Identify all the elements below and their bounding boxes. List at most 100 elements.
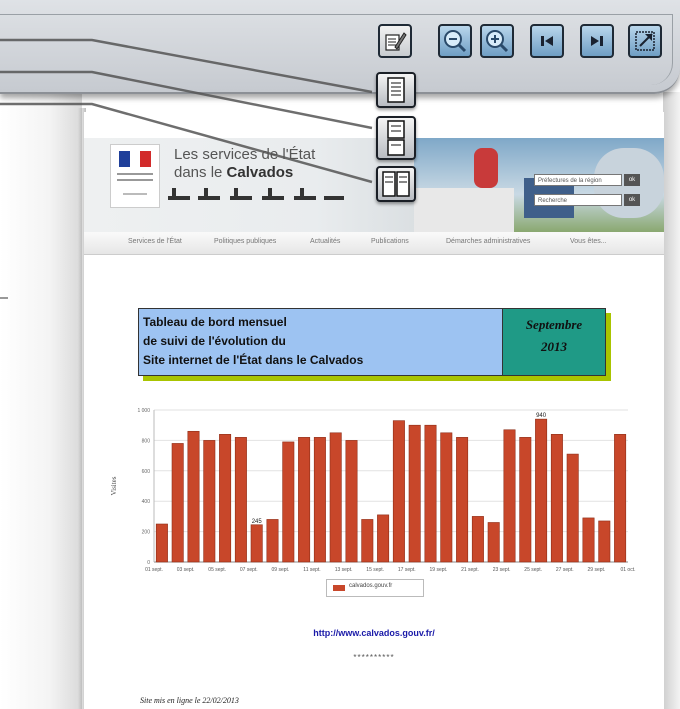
left-margin — [0, 92, 82, 709]
continuous-pages-icon — [387, 120, 405, 156]
bar — [250, 524, 263, 563]
toolbar-frame — [0, 14, 673, 85]
x-tick-label: 25 sept. — [524, 567, 542, 573]
bar — [361, 519, 374, 563]
bar — [345, 440, 358, 563]
y-tick-label: 200 — [142, 530, 151, 536]
first-page-button[interactable] — [530, 24, 564, 58]
single-page-icon — [387, 77, 405, 103]
y-tick-label: 600 — [142, 469, 151, 475]
nav-item-services[interactable]: Services de l'État — [128, 238, 182, 245]
search-ok-button[interactable]: ok — [624, 194, 640, 206]
bar — [550, 434, 563, 563]
legend-label: calvados.gouv.fr — [349, 583, 393, 589]
bar — [440, 432, 453, 563]
month-label: Septembre — [525, 317, 583, 332]
x-tick-label: 13 sept. — [335, 567, 353, 573]
site-link[interactable]: http://www.calvados.gouv.fr/ — [84, 628, 664, 638]
continuous-view-button[interactable] — [376, 116, 416, 160]
x-tick-label: 17 sept. — [398, 567, 416, 573]
bar — [298, 437, 311, 563]
site-banner: Les services de l'État dans le Calvados … — [84, 138, 664, 232]
zoom-in-icon — [486, 30, 509, 53]
y-tick-label: 0 — [147, 560, 150, 566]
bar — [614, 434, 627, 563]
edit-notes-button[interactable] — [378, 24, 412, 58]
dashboard-title-box: Tableau de bord mensuel de suivi de l'év… — [138, 308, 504, 376]
nav-item-actualites[interactable]: Actualités — [310, 238, 340, 245]
pencil-notes-icon — [385, 32, 407, 51]
x-tick-label: 05 sept. — [208, 567, 226, 573]
two-page-icon — [382, 171, 410, 197]
bar — [329, 432, 342, 563]
x-tick-label: 07 sept. — [240, 567, 258, 573]
two-page-view-button[interactable] — [376, 166, 416, 202]
data-label: 940 — [536, 413, 547, 419]
x-tick-label: 01 oct. — [620, 567, 635, 573]
dashboard-title-line1: Tableau de bord mensuel — [143, 315, 287, 329]
republic-logo — [110, 144, 160, 208]
banner-title-line1: Les services de l'État — [174, 146, 316, 163]
bar — [503, 429, 516, 563]
nav-item-publications[interactable]: Publications — [371, 238, 409, 245]
search-input[interactable]: Recherche — [534, 194, 622, 206]
single-page-view-button[interactable] — [376, 72, 416, 108]
nav-item-demarches[interactable]: Démarches administratives — [446, 238, 530, 245]
bar — [471, 516, 484, 563]
x-tick-label: 19 sept. — [430, 567, 448, 573]
bar — [392, 420, 405, 563]
bar — [377, 514, 390, 563]
y-tick-label: 800 — [142, 438, 151, 444]
chart-legend: calvados.gouv.fr — [326, 579, 424, 597]
site-nav: Services de l'État Politiques publiques … — [84, 232, 664, 255]
chart-svg: 1 000 800 600 400 200 0 Visites 245 940 01 sept. 0… — [110, 408, 636, 573]
bar — [487, 522, 500, 563]
region-select-label: Préfectures de la région — [538, 178, 602, 184]
zoom-in-button[interactable] — [480, 24, 514, 58]
search-input-placeholder: Recherche — [538, 198, 568, 204]
x-tick-label: 23 sept. — [493, 567, 511, 573]
bar — [282, 441, 295, 563]
zoom-out-button[interactable] — [438, 24, 472, 58]
y-tick-label: 400 — [142, 499, 151, 505]
bar — [313, 437, 326, 563]
horse-riders-image — [168, 188, 344, 200]
banner-photo: Préfectures de la région ok Recherche ok — [414, 138, 664, 232]
bar — [408, 424, 421, 563]
document-page: Les services de l'État dans le Calvados … — [84, 112, 664, 709]
x-tick-label: 01 sept. — [145, 567, 163, 573]
legend-swatch — [333, 585, 345, 591]
x-tick-label: 21 sept. — [461, 567, 479, 573]
bar — [187, 430, 200, 563]
y-tick-label: 1 000 — [137, 408, 150, 414]
last-page-button[interactable] — [580, 24, 614, 58]
bar — [219, 434, 232, 563]
dashboard-title-line2: de suivi de l'évolution du — [143, 334, 286, 348]
y-axis-label: Visites — [110, 476, 118, 495]
bar — [582, 517, 595, 563]
banner-title-line2: dans le Calvados — [174, 164, 293, 181]
x-tick-label: 27 sept. — [556, 567, 574, 573]
bar — [155, 523, 168, 563]
bar — [535, 418, 548, 563]
right-margin — [663, 92, 680, 709]
region-ok-button[interactable]: ok — [624, 174, 640, 186]
bar — [234, 437, 247, 563]
nav-item-vous-etes[interactable]: Vous êtes... — [570, 238, 607, 245]
x-tick-label: 29 sept. — [588, 567, 606, 573]
bar — [424, 424, 437, 563]
x-tick-label: 11 sept. — [303, 567, 320, 573]
viewer-toolbar — [0, 0, 680, 94]
separator-stars: ********** — [353, 653, 395, 662]
region-select[interactable]: Préfectures de la région — [534, 174, 622, 186]
nav-item-politiques[interactable]: Politiques publiques — [214, 238, 276, 245]
bar — [266, 519, 279, 563]
bar — [171, 443, 184, 563]
skip-first-icon — [541, 36, 553, 46]
dashboard-title-line3: Site internet de l'État dans le Calvados — [143, 353, 364, 367]
expand-icon — [635, 31, 655, 51]
year-label: 2013 — [541, 339, 567, 354]
x-tick-label: 09 sept. — [272, 567, 290, 573]
x-tick-label: 03 sept. — [177, 567, 195, 573]
fullscreen-button[interactable] — [628, 24, 662, 58]
